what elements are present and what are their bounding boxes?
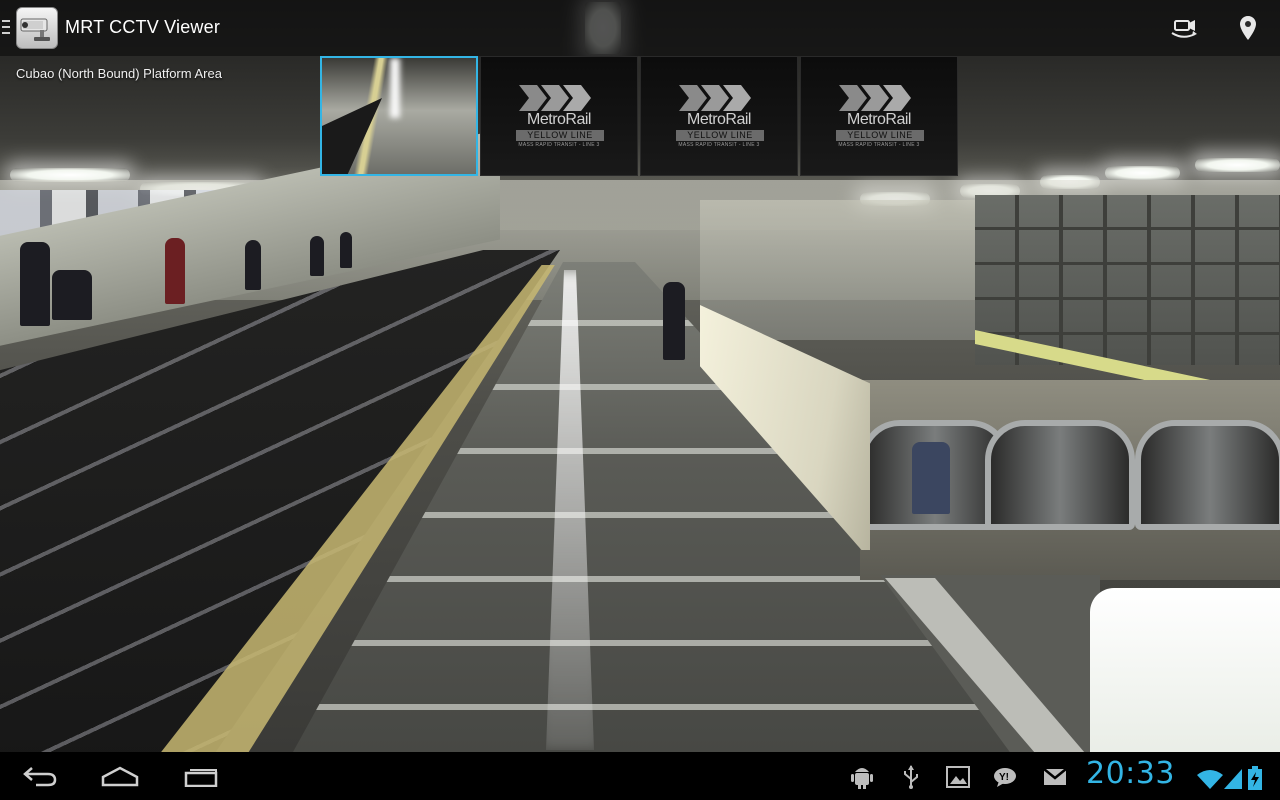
escalator bbox=[1135, 420, 1280, 530]
camera-thumbnail-selected[interactable] bbox=[320, 56, 478, 176]
android-debug-icon bbox=[849, 764, 875, 790]
app-title: MRT CCTV Viewer bbox=[65, 17, 221, 37]
camera-thumbnail[interactable]: MetroRail YELLOW LINE MASS RAPID TRANSIT… bbox=[640, 56, 798, 176]
recent-apps-icon[interactable] bbox=[161, 758, 241, 794]
camera-location-label: Cubao (North Bound) Platform Area bbox=[16, 66, 222, 81]
person bbox=[165, 238, 185, 304]
cctv-camera-icon[interactable] bbox=[16, 7, 58, 49]
metrorail-logo: MetroRail YELLOW LINE MASS RAPID TRANSIT… bbox=[641, 57, 797, 175]
camera-thumbnail-strip: MetroRail YELLOW LINE MASS RAPID TRANSIT… bbox=[320, 56, 958, 176]
system-navigation-bar: Y! 20:33 bbox=[0, 752, 1280, 800]
action-bar: MRT CCTV Viewer bbox=[0, 0, 1280, 56]
gmail-icon bbox=[1042, 764, 1068, 790]
switch-camera-icon[interactable] bbox=[1164, 10, 1204, 46]
usb-icon bbox=[898, 764, 924, 790]
camera-thumbnail[interactable]: MetroRail YELLOW LINE MASS RAPID TRANSIT… bbox=[800, 56, 958, 176]
camera-preview bbox=[322, 58, 476, 174]
back-icon[interactable] bbox=[0, 758, 80, 794]
person bbox=[912, 442, 950, 514]
yahoo-messenger-icon: Y! bbox=[993, 764, 1019, 790]
ceiling-light bbox=[1195, 158, 1280, 172]
location-pin-icon[interactable] bbox=[1228, 10, 1268, 46]
svg-text:Y!: Y! bbox=[999, 772, 1009, 783]
person bbox=[52, 270, 92, 320]
person bbox=[20, 242, 50, 326]
white-pillar bbox=[1090, 588, 1280, 752]
wifi-icon bbox=[1196, 766, 1224, 792]
signal-icon bbox=[1222, 766, 1244, 792]
person bbox=[245, 240, 261, 290]
person bbox=[310, 236, 324, 276]
person bbox=[663, 282, 685, 360]
home-icon[interactable] bbox=[80, 758, 160, 794]
metrorail-logo: MetroRail YELLOW LINE MASS RAPID TRANSIT… bbox=[481, 57, 637, 175]
gallery-icon bbox=[945, 764, 971, 790]
ceiling-light bbox=[1105, 166, 1180, 180]
drawer-indicator-icon[interactable] bbox=[2, 20, 10, 36]
status-clock: 20:33 bbox=[1086, 756, 1175, 791]
camera-thumbnail[interactable]: MetroRail YELLOW LINE MASS RAPID TRANSIT… bbox=[480, 56, 638, 176]
battery-charging-icon bbox=[1246, 765, 1264, 791]
escalator bbox=[985, 420, 1135, 530]
person bbox=[340, 232, 352, 268]
metrorail-logo: MetroRail YELLOW LINE MASS RAPID TRANSIT… bbox=[801, 57, 957, 175]
